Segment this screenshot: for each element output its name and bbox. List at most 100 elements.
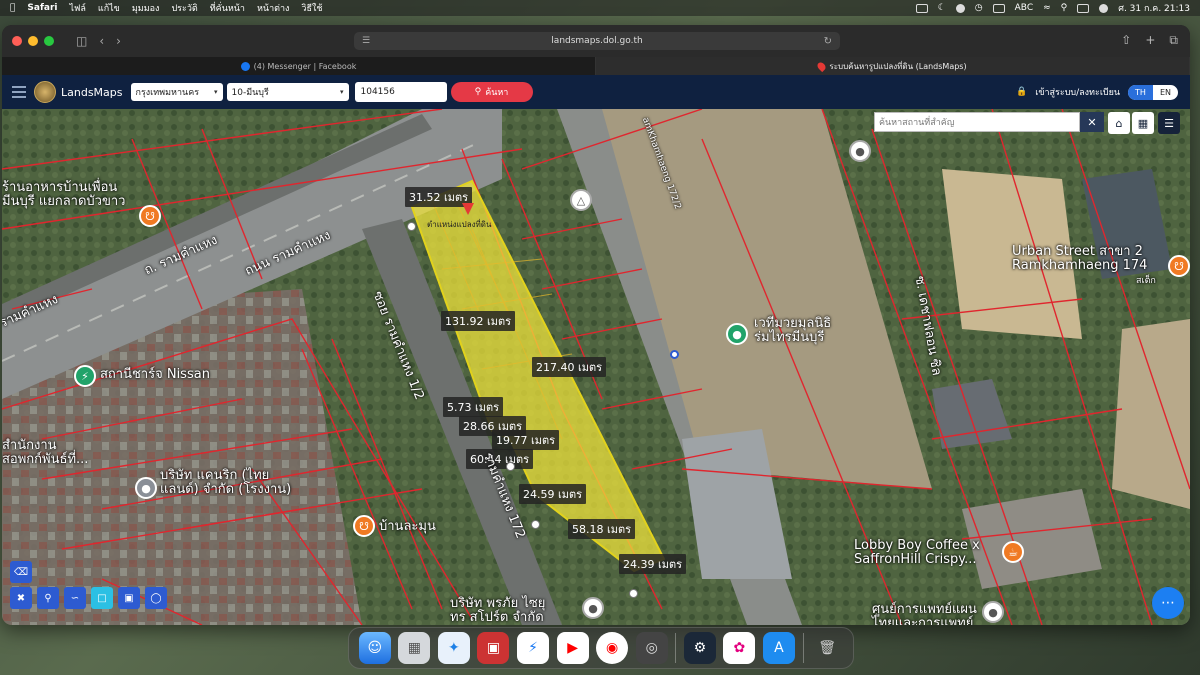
label-text: บริษัท พรภัย ไซยุ ทร สโปร์ต จำกัด	[450, 596, 546, 625]
clock-icon[interactable]: ◷	[975, 3, 983, 13]
keyboard-input-icon[interactable]	[992, 3, 1005, 13]
reload-icon[interactable]: ↻	[824, 36, 832, 47]
restaurant-icon[interactable]: ☋	[1168, 255, 1190, 277]
poi-label-restaurant: ร้านอาหารบ้านเพื่อน มีนบุรี แยกลาดบัวขาว	[2, 181, 125, 208]
new-tab-icon[interactable]: +	[1145, 33, 1155, 48]
district-select[interactable]: 10-มีนบุรี ▾	[226, 83, 349, 101]
landsmaps-logo	[34, 81, 56, 103]
apple-icon[interactable]: 	[10, 3, 15, 13]
photo-booth-icon[interactable]: ▣	[477, 632, 510, 664]
school-icon[interactable]: △	[570, 189, 592, 211]
landsmaps-header: LandsMaps กรุงเทพมหานคร ▾ 10-มีนบุรี ▾ 1…	[2, 75, 1190, 109]
parcel-number-input[interactable]: 104156	[354, 82, 447, 102]
grid-icon[interactable]: ▦	[1132, 112, 1154, 134]
polyline-icon[interactable]: ∽	[64, 587, 86, 609]
menu-edit[interactable]: แก้ไข	[98, 1, 120, 15]
menu-clock[interactable]: ศ. 31 ก.ค. 21:13	[1118, 1, 1190, 15]
restaurant-icon[interactable]: ☋	[139, 205, 161, 227]
menu-file[interactable]: ไฟล์	[69, 1, 85, 15]
parcel-vertex[interactable]	[531, 520, 540, 529]
app-store-icon[interactable]: A	[762, 632, 795, 664]
clear-search-icon[interactable]: ✕	[1080, 112, 1104, 132]
menu-history[interactable]: ประวัติ	[171, 1, 197, 15]
temple-stadium-icon[interactable]: ●	[726, 323, 748, 345]
tab-messenger[interactable]: (4) Messenger | Facebook	[2, 57, 596, 75]
more-options-icon[interactable]: ⋯	[1152, 587, 1184, 619]
photos-icon[interactable]: ✿	[723, 632, 756, 664]
minimize-window-icon[interactable]	[28, 36, 38, 46]
parcel-vertex[interactable]	[629, 589, 638, 598]
label-text: ร้านอาหารบ้านเพื่อน มีนบุรี แยกลาดบัวขาว	[2, 180, 126, 209]
home-icon[interactable]: ⌂	[1108, 112, 1130, 134]
marker-pin-icon[interactable]: ⚲	[37, 587, 59, 609]
focus-moon-icon[interactable]: ☾	[938, 3, 946, 13]
measure-tools-icon[interactable]: ✖	[10, 587, 32, 609]
close-window-icon[interactable]	[12, 36, 22, 46]
location-pin-icon[interactable]: ●	[849, 140, 871, 162]
search-button[interactable]: ⚲ ค้นหา	[450, 82, 533, 102]
back-icon[interactable]: ‹	[99, 34, 104, 48]
share-icon[interactable]: ⇧	[1121, 33, 1131, 48]
hamburger-menu-icon[interactable]	[12, 86, 26, 98]
input-source[interactable]: ABC	[1015, 3, 1033, 13]
disk-utility-icon[interactable]: ◎	[635, 632, 668, 664]
landmark-search: ค้นหาสถานที่สำคัญ ✕	[874, 112, 1104, 132]
lang-th-button[interactable]: TH	[1128, 84, 1153, 100]
cafe-icon[interactable]: ☕	[1002, 541, 1024, 563]
launchpad-icon[interactable]: ▦	[398, 632, 431, 664]
messenger-icon[interactable]: ⚡	[517, 632, 550, 664]
address-bar[interactable]: ☰ landsmaps.dol.go.th ↻	[354, 32, 840, 50]
menu-bookmarks[interactable]: ที่คั่นหน้า	[210, 1, 245, 15]
measurement-label: 131.92 เมตร	[441, 311, 516, 331]
search-icon: ⚲	[474, 87, 482, 97]
menu-view[interactable]: มุมมอง	[132, 1, 160, 15]
poi-label-temple: เวทีมวยมุลนิธิ ร่มไทรมีนบุรี	[754, 317, 831, 344]
eraser-icon[interactable]: ⌫	[10, 561, 32, 583]
control-center-icon[interactable]	[1077, 3, 1090, 13]
parcel-marker-icon[interactable]	[462, 203, 474, 215]
user-flag-icon[interactable]	[1099, 3, 1109, 13]
page-settings-icon[interactable]: ☰	[362, 36, 370, 46]
tab-overview-icon[interactable]: ⧉	[1169, 33, 1178, 48]
poi-label-banlamun: บ้านละมุน	[379, 519, 436, 534]
finder-icon[interactable]: ☺	[358, 632, 391, 664]
steam-icon[interactable]: ⚙	[683, 632, 716, 664]
map-canvas[interactable]: 31.52 เมตร 131.92 เมตร 217.40 เมตร 5.73 …	[2, 109, 1190, 625]
layers-icon[interactable]: ☰	[1158, 112, 1180, 134]
parcel-vertex[interactable]	[670, 350, 679, 359]
menu-help[interactable]: วิธีใช้	[301, 1, 322, 15]
safari-icon[interactable]: ✦	[437, 632, 470, 664]
ev-charger-icon[interactable]: ⚡	[74, 365, 96, 387]
province-select[interactable]: กรุงเทพมหานคร ▾	[130, 83, 223, 101]
location-pin-icon[interactable]: ●	[982, 601, 1004, 623]
brand-name: LandsMaps	[61, 85, 123, 99]
polygon-icon[interactable]: □	[91, 587, 113, 609]
search-spotlight-icon[interactable]: ⚲	[1061, 3, 1068, 13]
restaurant-icon[interactable]: ☋	[353, 515, 375, 537]
media-play-icon[interactable]	[955, 3, 965, 13]
tab-landsmaps[interactable]: ระบบค้นหารูปแปลงที่ดิน (LandsMaps)	[596, 57, 1190, 75]
trash-icon[interactable]: 🗑	[811, 632, 843, 664]
rectangle-icon[interactable]: ▣	[118, 587, 140, 609]
landmark-search-input[interactable]: ค้นหาสถานที่สำคัญ	[874, 112, 1080, 132]
screen-mirror-icon[interactable]	[915, 3, 928, 13]
menu-window[interactable]: หน้าต่าง	[257, 1, 289, 15]
location-pin-icon[interactable]: ●	[582, 597, 604, 619]
youtube-icon[interactable]: ▶	[556, 632, 589, 664]
menu-app-name[interactable]: Safari	[27, 3, 57, 13]
lang-en-button[interactable]: EN	[1153, 85, 1178, 100]
circle-icon[interactable]: ◯	[145, 587, 167, 609]
factory-icon[interactable]: ●	[135, 477, 157, 499]
fullscreen-window-icon[interactable]	[44, 36, 54, 46]
tab-bar: (4) Messenger | Facebook ระบบค้นหารูปแปล…	[2, 57, 1190, 75]
parcel-vertex[interactable]	[506, 462, 515, 471]
sidebar-toggle-icon[interactable]: ◫	[76, 34, 87, 48]
login-link[interactable]: เข้าสู่ระบบ/ลงทะเบียน	[1035, 85, 1120, 99]
wifi-icon[interactable]: ≈	[1043, 3, 1051, 13]
poi-label-company2: บริษัท พรภัย ไซยุ ทร สโปร์ต จำกัด	[450, 597, 545, 624]
macos-menu-bar:  Safari ไฟล์ แก้ไข มุมมอง ประวัติ ที่คั…	[0, 0, 1200, 16]
parcel-vertex[interactable]	[407, 222, 416, 231]
label-text: Lobby Boy Coffee x SaffronHill Crispy...	[854, 538, 980, 567]
forward-icon[interactable]: ›	[116, 34, 121, 48]
youtube-music-icon[interactable]: ◉	[596, 632, 629, 664]
